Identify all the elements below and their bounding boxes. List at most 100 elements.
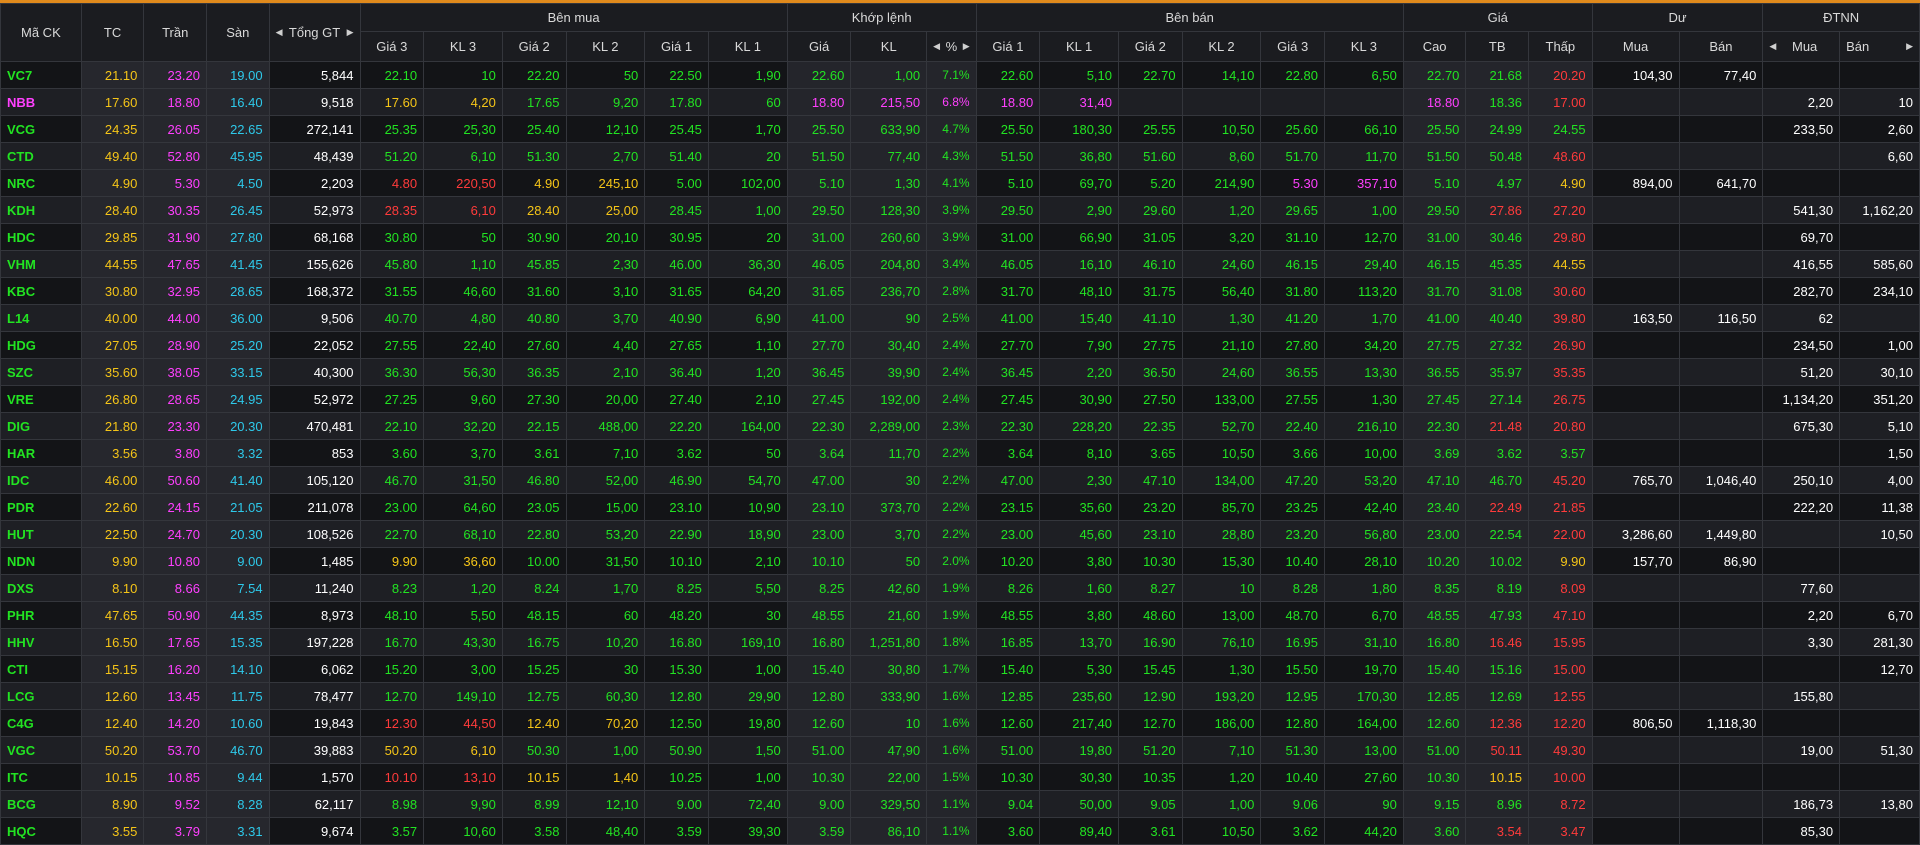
sym-cell[interactable]: CTD	[0, 142, 82, 170]
table-row[interactable]: NBB 17.60 18.80 16.40 9,518 17.60 4,20 17.65 9,2…	[0, 88, 1920, 116]
header-tc[interactable]: TC	[80, 3, 145, 62]
sym-cell[interactable]: PHR	[0, 601, 82, 629]
header-du-ban[interactable]: Bán	[1678, 31, 1764, 62]
sym-cell[interactable]: HAR	[0, 439, 82, 467]
sell-vol-2-cell: 1,20	[1181, 763, 1262, 791]
table-row[interactable]: KBC 30.80 32.95 28.65 168,372 31.55 46,60 31.60…	[0, 277, 1920, 305]
header-san[interactable]: Sàn	[206, 3, 270, 62]
sym-cell[interactable]: NRC	[0, 169, 82, 197]
header-thap[interactable]: Thấp	[1528, 31, 1593, 62]
table-row[interactable]: NRC 4.90 5.30 4.50 2,203 4.80 220,50 4.90 245,10…	[0, 169, 1920, 197]
header-nn-mua[interactable]: ◀ Mua	[1762, 31, 1841, 62]
sym-cell[interactable]: PDR	[0, 493, 82, 521]
table-row[interactable]: HHV 16.50 17.65 15.35 197,228 16.70 43,30 16.75…	[0, 628, 1920, 656]
sym-cell[interactable]: SZC	[0, 358, 82, 386]
sym-cell[interactable]: HDG	[0, 331, 82, 359]
table-row[interactable]: CTD 49.40 52.80 45.95 48,439 51.20 6,10 51.30 2,…	[0, 142, 1920, 170]
header-du-mua[interactable]: Mua	[1591, 31, 1680, 62]
du-mua-cell	[1591, 223, 1680, 251]
sym-cell[interactable]: L14	[0, 304, 82, 332]
header-sell-gia3[interactable]: Giá 3	[1260, 31, 1326, 62]
sym-cell[interactable]: DXS	[0, 574, 82, 602]
caret-right-icon[interactable]: ▶	[963, 41, 970, 52]
sell-vol-1-cell: 66,90	[1039, 223, 1119, 251]
table-row[interactable]: IDC 46.00 50.60 41.40 105,120 46.70 31,50 46.80…	[0, 466, 1920, 494]
table-row[interactable]: VC7 21.10 23.20 19.00 5,844 22.10 10 22.20 50 22.…	[0, 61, 1920, 89]
header-buy-gia3[interactable]: Giá 3	[359, 31, 425, 62]
caret-left-icon[interactable]: ◀	[933, 41, 940, 52]
sym-cell[interactable]: HQC	[0, 817, 82, 845]
sym-cell[interactable]: HDC	[0, 223, 82, 251]
sell-price-1-cell: 3.64	[975, 439, 1041, 467]
sym-cell[interactable]: VRE	[0, 385, 82, 413]
header-khop-lenh: Khớp lệnh	[786, 3, 977, 32]
header-buy-kl1[interactable]: KL 1	[707, 31, 788, 62]
sym-cell[interactable]: LCG	[0, 682, 82, 710]
sym-cell[interactable]: VGC	[0, 736, 82, 764]
low-cell: 8.72	[1528, 790, 1593, 818]
sym-cell[interactable]: NDN	[0, 547, 82, 575]
header-buy-kl2[interactable]: KL 2	[565, 31, 646, 62]
table-row[interactable]: VGC 50.20 53.70 46.70 39,883 50.20 6,10 50.30 1,…	[0, 736, 1920, 764]
table-row[interactable]: CTI 15.15 16.20 14.10 6,062 15.20 3,00 15.25 30 1…	[0, 655, 1920, 683]
table-row[interactable]: BCG 8.90 9.52 8.28 62,117 8.98 9,90 8.99 12,10 9.…	[0, 790, 1920, 818]
table-row[interactable]: HUT 22.50 24.70 20.30 108,526 22.70 68,10 22.80…	[0, 520, 1920, 548]
header-match-gia[interactable]: Giá	[786, 31, 852, 62]
header-sell-gia1[interactable]: Giá 1	[975, 31, 1041, 62]
sym-cell[interactable]: KBC	[0, 277, 82, 305]
sym-cell[interactable]: HHV	[0, 628, 82, 656]
caret-left-icon[interactable]: ◀	[276, 27, 283, 38]
table-row[interactable]: PDR 22.60 24.15 21.05 211,078 23.00 64,60 23.05…	[0, 493, 1920, 521]
sym-cell[interactable]: IDC	[0, 466, 82, 494]
table-row[interactable]: HDC 29.85 31.90 27.80 68,168 30.80 50 30.90 20,1…	[0, 223, 1920, 251]
table-row[interactable]: NDN 9.90 10.80 9.00 1,485 9.90 36,60 10.00 31,50…	[0, 547, 1920, 575]
sym-cell[interactable]: HUT	[0, 520, 82, 548]
table-row[interactable]: LCG 12.60 13.45 11.75 78,477 12.70 149,10 12.75…	[0, 682, 1920, 710]
sym-cell[interactable]: DIG	[0, 412, 82, 440]
header-match-kl[interactable]: KL	[850, 31, 928, 62]
header-tong-gt[interactable]: ◀ Tổng GT ▶	[268, 3, 361, 62]
header-nn-ban[interactable]: Bán ▶	[1839, 31, 1920, 62]
sym-cell[interactable]: NBB	[0, 88, 82, 116]
avg-cell: 8.19	[1465, 574, 1530, 602]
header-sell-gia2[interactable]: Giá 2	[1118, 31, 1183, 62]
header-cao[interactable]: Cao	[1402, 31, 1467, 62]
header-sell-kl2[interactable]: KL 2	[1181, 31, 1262, 62]
table-row[interactable]: VRE 26.80 28.65 24.95 52,972 27.25 9,60 27.30 20…	[0, 385, 1920, 413]
table-row[interactable]: PHR 47.65 50.90 44.35 8,973 48.10 5,50 48.15 60 4…	[0, 601, 1920, 629]
header-buy-gia2[interactable]: Giá 2	[501, 31, 567, 62]
header-buy-kl3[interactable]: KL 3	[423, 31, 503, 62]
caret-right-icon[interactable]: ▶	[347, 27, 354, 38]
sym-cell[interactable]: VHM	[0, 250, 82, 278]
table-row[interactable]: SZC 35.60 38.05 33.15 40,300 36.30 56,30 36.35 2…	[0, 358, 1920, 386]
header-tran[interactable]: Trần	[143, 3, 207, 62]
table-row[interactable]: VHM 44.55 47.65 41.45 155,626 45.80 1,10 45.85 2…	[0, 250, 1920, 278]
header-sell-kl1[interactable]: KL 1	[1039, 31, 1119, 62]
table-row[interactable]: KDH 28.40 30.35 26.45 52,973 28.35 6,10 28.40 25…	[0, 196, 1920, 224]
sym-cell[interactable]: CTI	[0, 655, 82, 683]
header-sell-kl3[interactable]: KL 3	[1324, 31, 1404, 62]
header-buy-gia1[interactable]: Giá 1	[644, 31, 709, 62]
sym-cell[interactable]: BCG	[0, 790, 82, 818]
table-row[interactable]: HQC 3.55 3.79 3.31 9,674 3.57 10,60 3.58 48,40 3.…	[0, 817, 1920, 845]
sym-cell[interactable]: VCG	[0, 115, 82, 143]
header-tb[interactable]: TB	[1465, 31, 1530, 62]
table-row[interactable]: HAR 3.56 3.80 3.32 853 3.60 3,70 3.61 7,10 3.62 50…	[0, 439, 1920, 467]
caret-right-icon[interactable]: ▶	[1906, 41, 1913, 52]
buy-price-3-cell: 45.80	[359, 250, 425, 278]
sym-cell[interactable]: VC7	[0, 61, 82, 89]
table-row[interactable]: VCG 24.35 26.05 22.65 272,141 25.35 25,30 25.40…	[0, 115, 1920, 143]
header-match-pct[interactable]: ◀ % ▶	[926, 31, 977, 62]
sym-cell[interactable]: KDH	[0, 196, 82, 224]
table-row[interactable]: C4G 12.40 14.20 10.60 19,843 12.30 44,50 12.40 7…	[0, 709, 1920, 737]
table-row[interactable]: L14 40.00 44.00 36.00 9,506 40.70 4,80 40.80 3,7…	[0, 304, 1920, 332]
sym-cell[interactable]: ITC	[0, 763, 82, 791]
table-row[interactable]: DIG 21.80 23.30 20.30 470,481 22.10 32,20 22.15…	[0, 412, 1920, 440]
table-row[interactable]: DXS 8.10 8.66 7.54 11,240 8.23 1,20 8.24 1,70 8.2…	[0, 574, 1920, 602]
sym-cell[interactable]: C4G	[0, 709, 82, 737]
buy-price-2-cell: 27.30	[501, 385, 567, 413]
table-row[interactable]: ITC 10.15 10.85 9.44 1,570 10.10 13,10 10.15 1,4…	[0, 763, 1920, 791]
caret-left-icon[interactable]: ◀	[1769, 41, 1776, 52]
table-row[interactable]: HDG 27.05 28.90 25.20 22,052 27.55 22,40 27.60 4…	[0, 331, 1920, 359]
header-ma-ck[interactable]: Mã CK	[0, 3, 82, 62]
